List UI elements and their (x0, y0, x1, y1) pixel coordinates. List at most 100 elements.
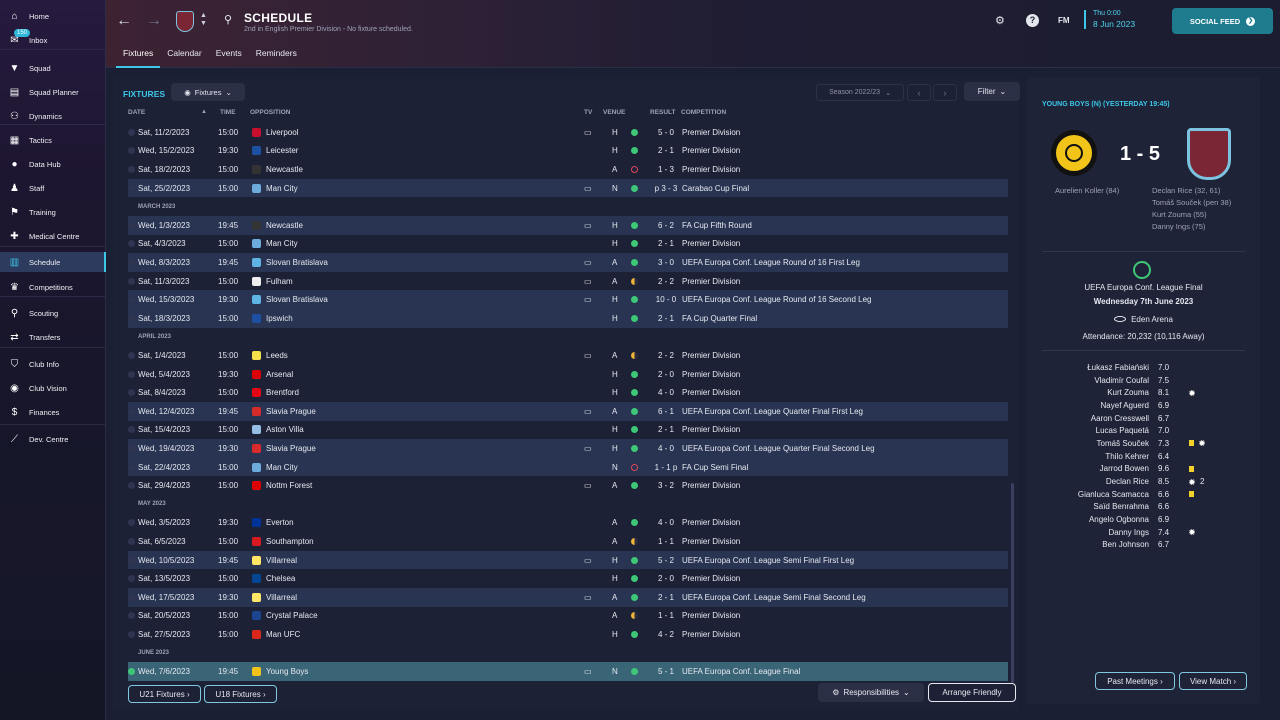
col-result[interactable]: RESULT (650, 109, 676, 116)
opponent-name[interactable]: Newcastle (266, 165, 303, 174)
opponent-name[interactable]: Ipswich (266, 314, 293, 323)
sidebar-item-dev-centre[interactable]: ⟋ Dev. Centre (0, 429, 106, 449)
sidebar-item-schedule[interactable]: ▥ Schedule (0, 252, 106, 272)
west-ham-crest-icon[interactable] (1187, 128, 1231, 180)
opponent-name[interactable]: Man UFC (266, 630, 300, 639)
fixture-row[interactable]: Sat, 1/4/2023 15:00 Leeds ▭ A 2 - 2 Premier Di… (128, 346, 1008, 365)
sidebar-item-club-info[interactable]: ⛉ Club Info (0, 354, 106, 374)
col-competition[interactable]: COMPETITION (681, 109, 726, 116)
fixture-row[interactable]: Sat, 6/5/2023 15:00 Southampton A 1 - 1 Premi… (128, 532, 1008, 551)
fixture-row[interactable]: Sat, 18/3/2023 15:00 Ipswich H 2 - 1 FA Cup Q… (128, 309, 1008, 328)
player-rating-row[interactable]: Declan Rice 8.5 2 (1047, 475, 1247, 488)
fixture-row[interactable]: Sat, 20/5/2023 15:00 Crystal Palace A 1 - 1 P… (128, 607, 1008, 626)
fixture-row[interactable]: Wed, 15/2/2023 19:30 Leicester H 2 - 1 Premie… (128, 142, 1008, 161)
opponent-name[interactable]: Man City (266, 184, 298, 193)
opponent-name[interactable]: Villarreal (266, 593, 297, 602)
sidebar-item-inbox[interactable]: ✉ 150 Inbox (0, 28, 106, 50)
player-rating-row[interactable]: Nayef Aguerd 6.9 (1047, 399, 1247, 412)
fixture-row[interactable]: Wed, 15/3/2023 19:30 Slovan Bratislava ▭ H 10… (128, 290, 1008, 309)
col-tv[interactable]: TV (584, 109, 592, 116)
player-rating-row[interactable]: Angelo Ogbonna 6.9 (1047, 513, 1247, 526)
view-match-button[interactable]: View Match › (1179, 672, 1247, 690)
sidebar-item-competitions[interactable]: ♛ Competitions (0, 277, 106, 297)
player-rating-row[interactable]: Łukasz Fabiański 7.0 (1047, 361, 1247, 374)
fixture-row[interactable]: Wed, 12/4/2023 19:45 Slavia Prague ▭ A 6 - 1 U… (128, 402, 1008, 421)
opponent-name[interactable]: Newcastle (266, 221, 303, 230)
scrollbar[interactable] (1011, 483, 1014, 683)
sidebar-item-squad[interactable]: ▼ Squad (0, 58, 106, 78)
fixture-row[interactable]: Wed, 1/3/2023 19:45 Newcastle ▭ H 6 - 2 FA Cup… (128, 216, 1008, 235)
back-icon[interactable]: ← (116, 12, 132, 30)
fixture-row[interactable]: Sat, 11/3/2023 15:00 Fulham ▭ A 2 - 2 Premier … (128, 272, 1008, 291)
col-time[interactable]: TIME (220, 109, 236, 116)
sidebar-item-squad-planner[interactable]: ▤ Squad Planner (0, 82, 106, 102)
arrange-friendly-button[interactable]: Arrange Friendly (928, 683, 1016, 702)
opponent-name[interactable]: Chelsea (266, 574, 295, 583)
fixture-row[interactable]: Sat, 15/4/2023 15:00 Aston Villa H 2 - 1 Prem… (128, 421, 1008, 440)
fixture-row[interactable]: Sat, 25/2/2023 15:00 Man City ▭ Np 3 - 3 Cara… (128, 178, 1008, 198)
club-crest-icon[interactable] (176, 11, 194, 32)
opponent-name[interactable]: Liverpool (266, 128, 298, 137)
opponent-name[interactable]: Slovan Bratislava (266, 258, 328, 267)
sort-ascending-icon[interactable]: ▲ (201, 109, 207, 115)
player-rating-row[interactable]: Gianluca Scamacca 6.6 (1047, 488, 1247, 501)
opponent-name[interactable]: Leicester (266, 146, 298, 155)
sidebar-item-club-vision[interactable]: ◉ Club Vision (0, 378, 106, 398)
opponent-name[interactable]: Leeds (266, 351, 288, 360)
player-rating-row[interactable]: Aaron Cresswell 6.7 (1047, 412, 1247, 425)
opponent-name[interactable]: Slovan Bratislava (266, 295, 328, 304)
tab-fixtures[interactable]: Fixtures (116, 46, 161, 68)
sidebar-item-medical-centre[interactable]: ✚ Medical Centre (0, 226, 106, 246)
game-date[interactable]: Thu 0:00 8 Jun 2023 (1084, 10, 1135, 29)
player-rating-row[interactable]: Jarrod Bowen 9.6 (1047, 463, 1247, 476)
next-season-button[interactable]: › (933, 84, 957, 101)
player-rating-row[interactable]: Vladimír Coufal 7.5 (1047, 374, 1247, 387)
fixture-row[interactable]: Sat, 8/4/2023 15:00 Brentford H 4 - 0 Premier… (128, 383, 1008, 402)
fixture-row[interactable]: Wed, 7/6/2023 19:45 Young Boys ▭ N 5 - 1 UEFA … (128, 662, 1008, 681)
u21-fixtures-button[interactable]: U21 Fixtures › (128, 685, 201, 703)
player-rating-row[interactable]: Thilo Kehrer 6.4 (1047, 450, 1247, 463)
fixture-row[interactable]: Sat, 29/4/2023 15:00 Nottm Forest ▭ A 3 - 2 Pr… (128, 476, 1008, 495)
col-venue[interactable]: VENUE (603, 109, 625, 116)
sidebar-item-staff[interactable]: ♟ Staff (0, 178, 106, 198)
tab-reminders[interactable]: Reminders (249, 46, 304, 68)
young-boys-crest-icon[interactable] (1051, 130, 1097, 176)
social-feed-button[interactable]: SOCIAL FEED ❯ (1172, 8, 1273, 34)
fixture-row[interactable]: Wed, 8/3/2023 19:45 Slovan Bratislava ▭ A 3 -… (128, 253, 1008, 272)
sidebar-item-training[interactable]: ⚑ Training (0, 202, 106, 222)
opponent-name[interactable]: Man City (266, 463, 298, 472)
sidebar-item-home[interactable]: ⌂ Home (0, 6, 106, 26)
fixture-row[interactable]: Wed, 19/4/2023 19:30 Slavia Prague ▭ H 4 - 0 U… (128, 439, 1008, 458)
past-meetings-button[interactable]: Past Meetings › (1095, 672, 1175, 690)
fixture-row[interactable]: Wed, 5/4/2023 19:30 Arsenal H 2 - 0 Premier D… (128, 365, 1008, 384)
responsibilities-button[interactable]: ⚙ Responsibilities ⌄ (818, 683, 924, 702)
filter-button[interactable]: Filter ⌄ (964, 82, 1020, 101)
fixtures-view-dropdown[interactable]: ◉ Fixtures ⌄ (171, 83, 245, 101)
player-rating-row[interactable]: Danny Ings 7.4 (1047, 526, 1247, 539)
opponent-name[interactable]: Slavia Prague (266, 444, 316, 453)
opponent-name[interactable]: Villarreal (266, 556, 297, 565)
fixture-row[interactable]: Sat, 13/5/2023 15:00 Chelsea H 2 - 0 Premier … (128, 569, 1008, 588)
fixture-row[interactable]: Sat, 11/2/2023 15:00 Liverpool ▭ H 5 - 0 Premi… (128, 123, 1008, 142)
season-selector[interactable]: Season 2022/23 ⌄ (816, 84, 904, 101)
sidebar-item-scouting[interactable]: ⚲ Scouting (0, 303, 106, 323)
opponent-name[interactable]: Everton (266, 518, 294, 527)
sidebar-item-transfers[interactable]: ⇄ Transfers (0, 327, 106, 347)
opponent-name[interactable]: Fulham (266, 277, 293, 286)
help-icon[interactable]: ? (1026, 14, 1039, 27)
opponent-name[interactable]: Crystal Palace (266, 611, 318, 620)
u18-fixtures-button[interactable]: U18 Fixtures › (204, 685, 277, 703)
tab-events[interactable]: Events (209, 46, 249, 68)
opponent-name[interactable]: Aston Villa (266, 425, 304, 434)
opponent-name[interactable]: Brentford (266, 388, 299, 397)
fixture-row[interactable]: Sat, 18/2/2023 15:00 Newcastle A 1 - 3 Premie… (128, 160, 1008, 179)
sidebar-item-tactics[interactable]: ▦ Tactics (0, 130, 106, 150)
fixture-row[interactable]: Wed, 17/5/2023 19:30 Villarreal ▭ A 2 - 1 UEFA… (128, 588, 1008, 607)
player-rating-row[interactable]: Lucas Paquetá 7.0 (1047, 424, 1247, 437)
player-rating-row[interactable]: Saïd Benrahma 6.6 (1047, 501, 1247, 514)
player-rating-row[interactable]: Tomáš Souček 7.3 (1047, 437, 1247, 450)
opponent-name[interactable]: Arsenal (266, 370, 293, 379)
col-opposition[interactable]: OPPOSITION (250, 109, 290, 116)
player-rating-row[interactable]: Kurt Zouma 8.1 (1047, 386, 1247, 399)
previous-season-button[interactable]: ‹ (907, 84, 931, 101)
